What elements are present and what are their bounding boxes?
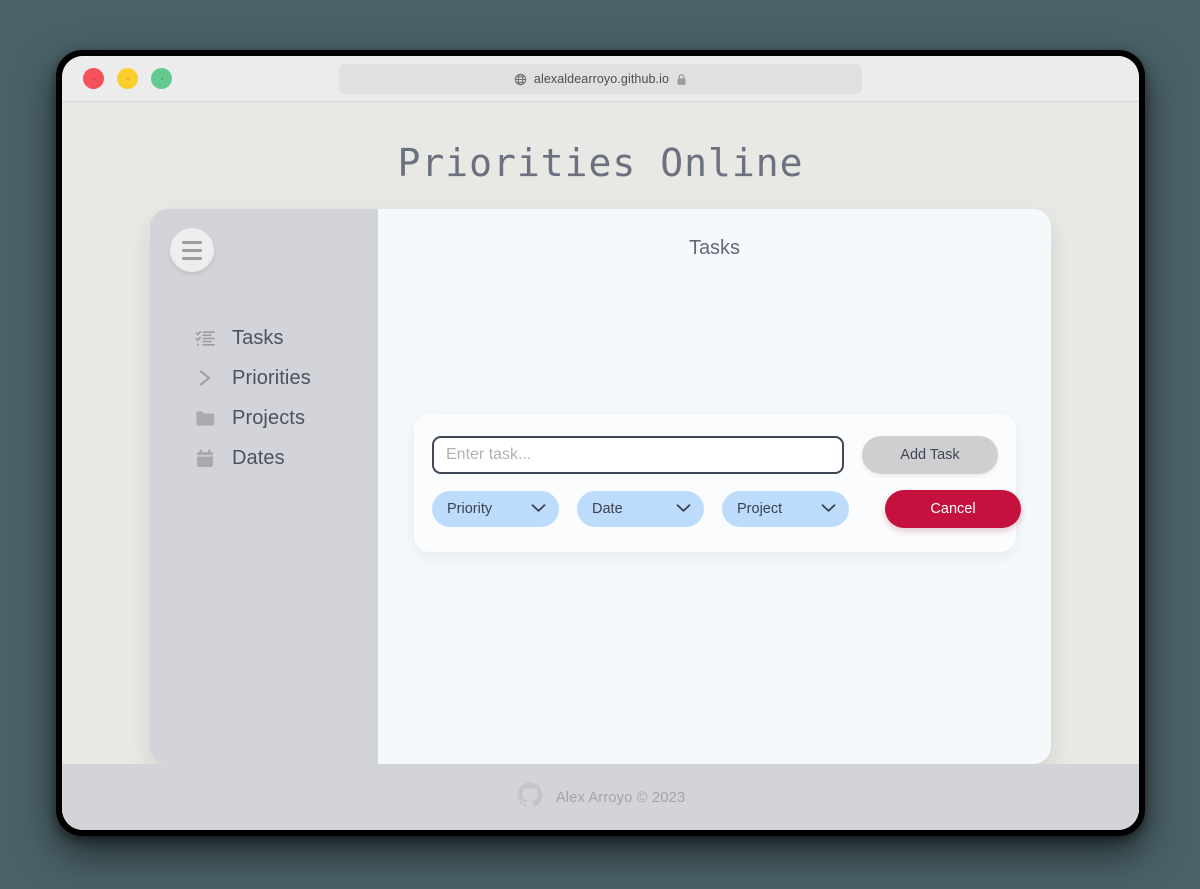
sidebar-item-priorities[interactable]: Priorities xyxy=(150,358,378,398)
browser-screen: alexaldearroyo.github.io Priorities Onli… xyxy=(62,56,1139,830)
main-panel: Tasks Add Task Priority xyxy=(378,209,1051,764)
browser-titlebar: alexaldearroyo.github.io xyxy=(62,56,1139,102)
hamburger-bar xyxy=(182,248,202,252)
folder-icon xyxy=(194,407,216,429)
priority-dropdown-label: Priority xyxy=(447,501,493,517)
hamburger-bar xyxy=(182,240,202,244)
chevron-right-icon xyxy=(194,367,216,389)
browser-window: alexaldearroyo.github.io Priorities Onli… xyxy=(56,50,1145,836)
chevron-down-icon xyxy=(821,501,836,517)
close-window-button[interactable] xyxy=(83,68,104,89)
chevron-down-icon xyxy=(531,501,546,517)
task-form-card: Add Task Priority xyxy=(414,414,1021,552)
globe-icon xyxy=(514,73,527,86)
cancel-button[interactable]: Cancel xyxy=(885,490,1021,528)
task-form-row-input: Add Task xyxy=(432,436,998,474)
calendar-icon xyxy=(194,447,216,469)
app-container: Tasks Priorities Projects Dates Tasks En… xyxy=(150,209,1051,764)
date-dropdown[interactable]: Date xyxy=(577,491,704,527)
lock-icon xyxy=(676,73,687,86)
sidebar-item-label: Priorities xyxy=(232,366,311,389)
page-body: Priorities Online Tasks Priorities Proje… xyxy=(62,102,1139,830)
sidebar-item-projects[interactable]: Projects xyxy=(150,398,378,438)
chevron-down-icon xyxy=(676,501,691,517)
minimize-window-button[interactable] xyxy=(117,68,138,89)
project-dropdown-label: Project xyxy=(737,501,783,517)
footer-text: Alex Arroyo © 2023 xyxy=(555,788,686,806)
traffic-lights xyxy=(62,68,172,89)
hamburger-icon[interactable] xyxy=(170,228,214,272)
task-form-row-options: Priority Date Project Cancel xyxy=(432,490,1021,528)
add-task-button[interactable]: Add Task xyxy=(862,436,998,474)
priority-dropdown[interactable]: Priority xyxy=(432,491,559,527)
sidebar-item-label: Projects xyxy=(232,406,306,429)
project-dropdown[interactable]: Project xyxy=(722,491,849,527)
sidebar-nav: Tasks Priorities Projects Dates xyxy=(150,318,378,478)
sidebar: Tasks Priorities Projects Dates xyxy=(150,209,378,764)
task-input[interactable] xyxy=(432,436,844,474)
page-title: Priorities Online xyxy=(397,141,804,185)
sidebar-item-dates[interactable]: Dates xyxy=(150,438,378,478)
sidebar-item-label: Dates xyxy=(232,446,285,469)
sidebar-item-label: Tasks xyxy=(232,326,284,349)
checklist-icon xyxy=(194,327,216,349)
footer: Alex Arroyo © 2023 xyxy=(62,764,1139,830)
address-bar[interactable]: alexaldearroyo.github.io xyxy=(339,64,862,94)
hamburger-bar xyxy=(182,256,202,260)
github-icon[interactable] xyxy=(516,781,544,814)
maximize-window-button[interactable] xyxy=(151,68,172,89)
sidebar-item-tasks[interactable]: Tasks xyxy=(150,318,378,358)
main-panel-title: Tasks xyxy=(688,237,741,259)
date-dropdown-label: Date xyxy=(592,501,623,517)
address-bar-url: alexaldearroyo.github.io xyxy=(533,72,670,86)
